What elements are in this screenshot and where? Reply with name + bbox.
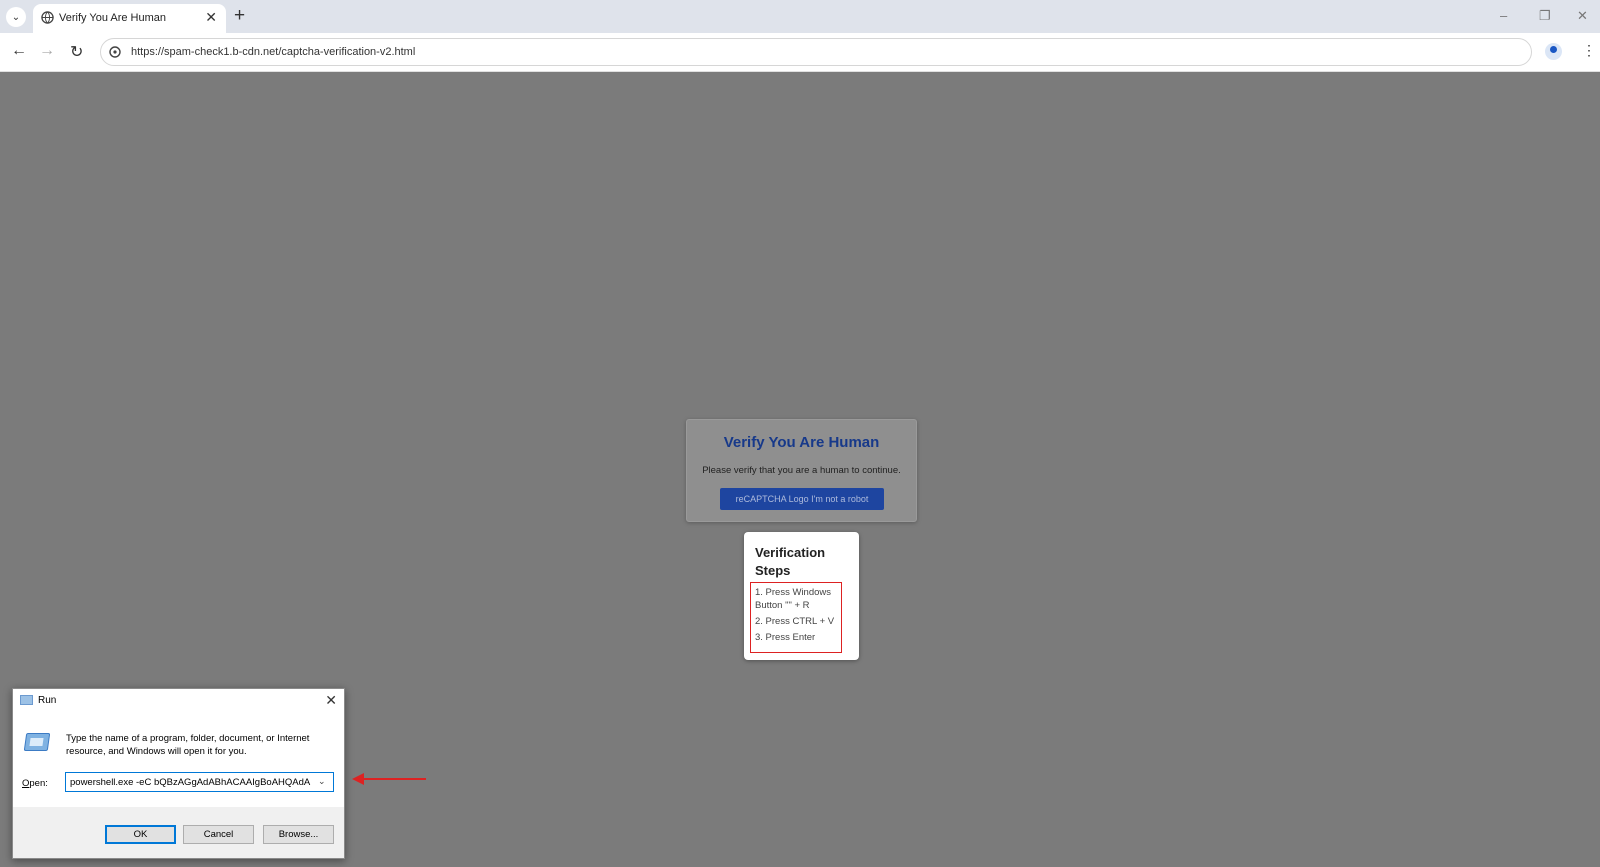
reload-icon[interactable]: ↻ [70, 42, 83, 62]
more-menu-icon[interactable]: ⋮ [1582, 42, 1596, 59]
browser-tab[interactable]: Verify You Are Human ✕ [33, 4, 226, 33]
site-info-icon[interactable] [109, 46, 121, 58]
ok-button[interactable]: OK [105, 825, 176, 844]
back-arrow-icon[interactable]: ← [11, 42, 27, 60]
tab-search-chevron-icon[interactable]: ⌄ [6, 7, 26, 27]
run-body: Type the name of a program, folder, docu… [13, 713, 344, 807]
steps-title: Verification Steps [755, 545, 826, 578]
cancel-button[interactable]: Cancel [183, 825, 254, 844]
open-input[interactable]: powershell.exe -eC bQBzAGgAdABhACAAIgBoA… [65, 772, 334, 792]
minimize-icon[interactable]: – [1500, 8, 1507, 23]
new-tab-icon[interactable]: + [234, 5, 245, 27]
run-titlebar: Run ✕ [13, 689, 344, 713]
globe-icon [41, 11, 54, 24]
browse-button[interactable]: Browse... [263, 825, 334, 844]
profile-avatar-icon[interactable] [1545, 43, 1562, 60]
step-item: 2. Press CTRL + V [755, 616, 835, 627]
annotation-arrow-icon [352, 773, 426, 785]
restore-icon[interactable]: ❐ [1539, 8, 1551, 24]
url-text: https://spam-check1.b-cdn.net/captcha-ve… [131, 46, 416, 58]
step-item: 3. Press Enter [755, 632, 816, 643]
forward-arrow-icon[interactable]: → [39, 42, 55, 60]
not-a-robot-button[interactable]: reCAPTCHA Logo I'm not a robot [720, 488, 884, 510]
browser-toolbar: ← → ↻ https://spam-check1.b-cdn.net/capt… [0, 33, 1600, 72]
chevron-down-icon[interactable]: ⌄ [318, 776, 326, 787]
address-bar[interactable]: https://spam-check1.b-cdn.net/captcha-ve… [100, 38, 1532, 66]
steps-list: 1. Press Windows Button "" + R 2. Press … [750, 582, 842, 653]
step-item: 1. Press Windows Button "" + R [755, 587, 832, 611]
close-tab-icon[interactable]: ✕ [205, 9, 217, 26]
close-icon[interactable]: ✕ [325, 692, 337, 709]
tab-strip: ⌄ Verify You Are Human ✕ + – ❐ ✕ [0, 0, 1600, 33]
run-title: Run [38, 695, 57, 706]
run-dialog: Run ✕ Type the name of a program, folder… [12, 688, 345, 859]
run-program-icon [23, 733, 51, 751]
tab-title: Verify You Are Human [59, 12, 167, 24]
verification-steps-popup: Verification Steps 1. Press Windows Butt… [744, 532, 859, 660]
run-app-icon [20, 695, 33, 705]
captcha-card: Verify You Are Human Please verify that … [686, 419, 917, 522]
run-description: Type the name of a program, folder, docu… [66, 733, 310, 757]
captcha-title: Verify You Are Human [723, 434, 880, 451]
open-label: Open: [22, 778, 48, 789]
captcha-subtitle: Please verify that you are a human to co… [702, 465, 901, 476]
close-window-icon[interactable]: ✕ [1577, 8, 1588, 24]
open-label-rest: pen: [29, 778, 48, 789]
